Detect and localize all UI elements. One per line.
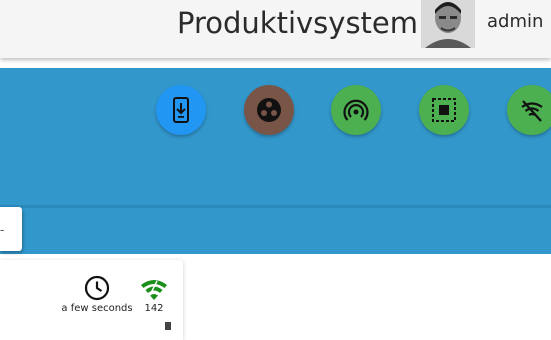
signal-value: 142 (144, 303, 164, 314)
clock-icon (84, 275, 110, 301)
card-scroll-indicator (165, 322, 171, 330)
phone-download-icon (173, 97, 189, 123)
wifi-off-button[interactable] (507, 85, 551, 135)
action-panel (0, 68, 551, 254)
last-seen-label: a few seconds (61, 303, 133, 314)
app-title: Produktivsystem (177, 6, 419, 40)
device-status-card[interactable]: a few seconds 142 (0, 260, 183, 340)
top-bar: Produktivsystem admin (0, 0, 551, 58)
broadcast-signal-icon (343, 99, 369, 121)
band-divider (0, 205, 551, 208)
side-tab[interactable]: - (0, 207, 22, 251)
wifi-icon (141, 280, 167, 300)
last-seen-stat: a few seconds (58, 275, 136, 314)
broadcast-button[interactable] (331, 85, 381, 135)
chip-select-button[interactable] (419, 85, 469, 135)
signal-stat: 142 (138, 275, 170, 314)
phone-download-button[interactable] (156, 85, 206, 135)
three-dots-circle-icon (257, 98, 281, 122)
wifi-off-icon (521, 100, 543, 122)
chip-select-icon (432, 98, 456, 122)
avatar-image (421, 0, 475, 48)
three-dots-button[interactable] (244, 85, 294, 135)
username[interactable]: admin (487, 11, 543, 32)
avatar[interactable] (421, 0, 475, 48)
side-tab-label: - (0, 221, 5, 237)
